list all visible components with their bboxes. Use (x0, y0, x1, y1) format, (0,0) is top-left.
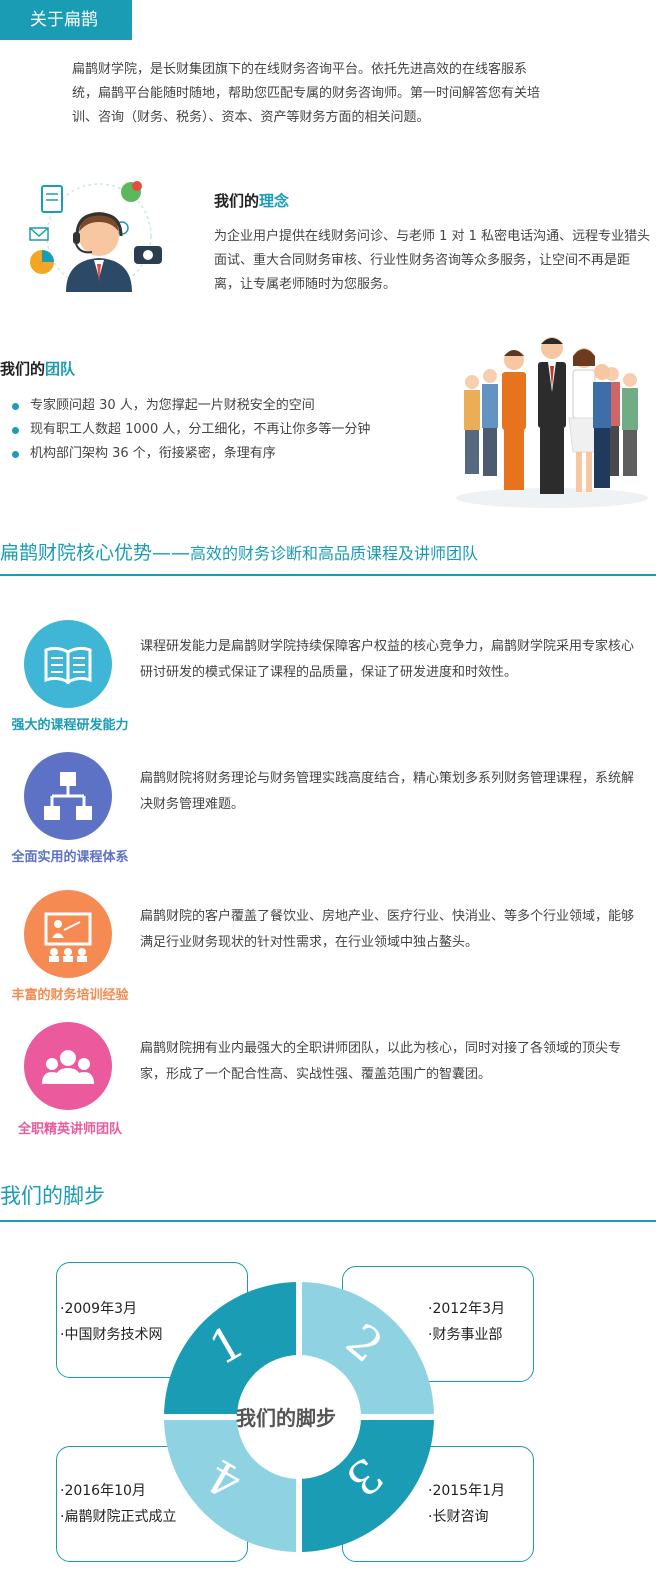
step-2-text: ·2012年3月 ·财务事业部 (428, 1296, 505, 1348)
advantage-label: 丰富的财务培训经验 (11, 988, 129, 1003)
team-heading: 我们的团队 (0, 358, 75, 379)
list-item: 机构部门架构 36 个，衔接紧密，条理有序 (12, 442, 370, 466)
advantage-label: 全面实用的课程体系 (11, 850, 129, 865)
training-icon (24, 890, 112, 978)
idea-paragraph: 为企业用户提供在线财务问诊、与老师 1 对 1 私密电话沟通、远程专业猎头面试、… (214, 229, 651, 292)
steps-center-label: 我们的脚步 (236, 1406, 336, 1430)
step-date: ·2015年1月 (428, 1483, 505, 1499)
core-heading-main: 扁鹊财院核心优势—— (0, 542, 191, 564)
hierarchy-icon (24, 752, 112, 840)
book-icon (24, 620, 112, 708)
idea-heading: 我们的理念 (214, 190, 289, 211)
section-tab-about: 关于扁鹊 (0, 0, 132, 40)
advantage-text: 课程研发能力是扁鹊财学院持续保障客户权益的核心竞争力，扁鹊财学院采用专家核心研讨… (140, 639, 635, 680)
step-desc: ·扁鹊财院正式成立 (60, 1509, 177, 1525)
core-advantages-heading: 扁鹊财院核心优势——高效的财务诊断和高品质课程及讲师团队 (0, 538, 478, 565)
core-heading-sub: 高效的财务诊断和高品质课程及讲师团队 (190, 544, 479, 563)
advantage-text: 扁鹊财院的客户覆盖了餐饮业、房地产业、医疗行业、快消业、等多个行业领域，能够满足… (140, 909, 635, 950)
list-item: 现有职工人数超 1000 人，分工细化，不再让你多等一分钟 (12, 418, 370, 442)
team-heading-prefix: 我们的 (0, 360, 46, 378)
step-4-text: ·2016年10月 ·扁鹊财院正式成立 (60, 1478, 176, 1530)
advantage-text: 扁鹊财院拥有业内最强大的全职讲师团队，以此为核心，同时对接了各领域的顶尖专家，形… (140, 1041, 622, 1082)
steps-heading: 我们的脚步 (0, 1184, 105, 1208)
people-icon (24, 1022, 112, 1110)
idea-heading-prefix: 我们的 (214, 192, 260, 210)
idea-heading-highlight: 理念 (259, 192, 290, 210)
team-list: 专家顾问超 30 人，为您撑起一片财税安全的空间 现有职工人数超 1000 人，… (12, 394, 370, 466)
advantage-label: 全职精英讲师团队 (17, 1122, 122, 1137)
step-desc: ·中国财务技术网 (60, 1327, 163, 1343)
step-date: ·2009年3月 (60, 1301, 137, 1317)
step-1-text: ·2009年3月 ·中国财务技术网 (60, 1296, 162, 1348)
step-desc: ·长财咨询 (428, 1509, 489, 1525)
step-date: ·2012年3月 (428, 1301, 505, 1317)
customer-service-illustration (29, 181, 162, 292)
advantage-label: 强大的课程研发能力 (11, 718, 129, 733)
team-people-illustration (456, 337, 648, 508)
intro-paragraph: 扁鹊财学院，是长财集团旗下的在线财务咨询平台。依托先进高效的在线客服系统，扁鹊平… (72, 62, 541, 125)
team-heading-highlight: 团队 (45, 360, 76, 378)
list-item: 专家顾问超 30 人，为您撑起一片财税安全的空间 (12, 394, 370, 418)
section-divider (0, 1220, 656, 1222)
section-divider (0, 574, 656, 576)
advantage-text: 扁鹊财院将财务理论与财务管理实践高度结合，精心策划多系列财务管理课程，系统解决财… (140, 771, 635, 812)
step-date: ·2016年10月 (60, 1483, 146, 1499)
step-3-text: ·2015年1月 ·长财咨询 (428, 1478, 505, 1530)
step-desc: ·财务事业部 (428, 1327, 503, 1343)
